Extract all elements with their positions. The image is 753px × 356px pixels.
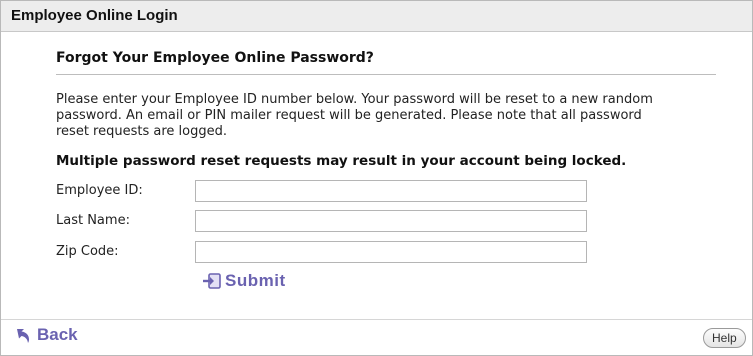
zip-code-row: Zip Code: xyxy=(56,241,716,265)
zip-code-input[interactable] xyxy=(195,241,587,263)
last-name-input[interactable] xyxy=(195,210,587,232)
last-name-label: Last Name: xyxy=(56,213,130,228)
footer-divider xyxy=(1,319,752,320)
submit-button[interactable]: Submit xyxy=(202,271,286,291)
panel-title: Employee Online Login xyxy=(1,1,752,32)
submit-label: Submit xyxy=(225,271,286,290)
last-name-row: Last Name: xyxy=(56,210,716,234)
arrow-into-box-icon xyxy=(203,273,221,289)
instructions-text: Please enter your Employee ID number bel… xyxy=(56,92,711,140)
back-arrow-icon xyxy=(17,328,29,343)
instructions-line: reset requests are logged. xyxy=(56,124,227,139)
zip-code-label: Zip Code: xyxy=(56,244,119,259)
login-panel: Employee Online Login Forgot Your Employ… xyxy=(0,0,753,356)
instructions-line: password. An email or PIN mailer request… xyxy=(56,108,642,123)
section-title: Forgot Your Employee Online Password? xyxy=(56,50,716,75)
employee-id-row: Employee ID: xyxy=(56,180,716,204)
help-button[interactable]: Help xyxy=(703,328,746,348)
back-label: Back xyxy=(37,325,78,344)
back-link[interactable]: Back xyxy=(15,325,78,345)
forgot-password-section: Forgot Your Employee Online Password? Pl… xyxy=(56,50,716,290)
instructions-line: Please enter your Employee ID number bel… xyxy=(56,92,653,107)
lockout-warning: Multiple password reset requests may res… xyxy=(56,153,627,169)
employee-id-label: Employee ID: xyxy=(56,183,143,198)
employee-id-input[interactable] xyxy=(195,180,587,202)
